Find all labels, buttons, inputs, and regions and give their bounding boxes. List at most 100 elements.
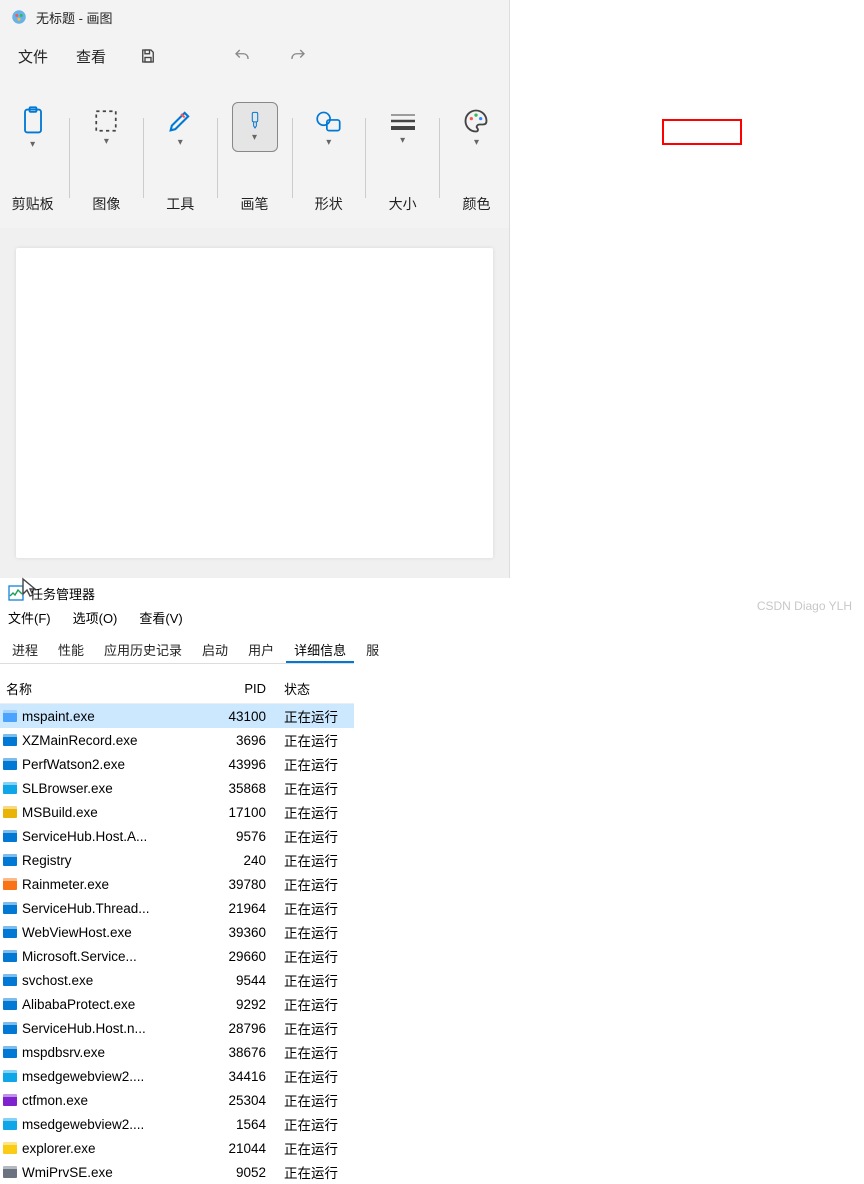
process-pid: 9292	[218, 997, 280, 1012]
chevron-down-icon: ▾	[252, 132, 257, 143]
process-status: 正在运行	[280, 826, 354, 846]
process-name: mspdbsrv.exe	[22, 1045, 105, 1060]
process-icon	[2, 1116, 18, 1132]
process-name: PerfWatson2.exe	[22, 757, 125, 772]
tools-group[interactable]: ▾ 工具	[158, 102, 203, 214]
process-row[interactable]: ctfmon.exe 25304 正在运行	[0, 1088, 354, 1112]
process-row[interactable]: msedgewebview2.... 34416 正在运行	[0, 1064, 354, 1088]
process-pid: 35868	[218, 781, 280, 796]
process-icon	[2, 948, 18, 964]
process-pid: 17100	[218, 805, 280, 820]
process-pid: 1564	[218, 1117, 280, 1132]
chevron-down-icon: ▾	[178, 137, 183, 148]
view-menu[interactable]: 查看	[76, 46, 106, 67]
tab-performance[interactable]: 性能	[50, 634, 92, 663]
watermark: CSDN Diago YLH	[757, 599, 852, 613]
process-row[interactable]: ServiceHub.Host.n... 28796 正在运行	[0, 1016, 354, 1040]
process-status: 正在运行	[280, 754, 354, 774]
process-icon	[2, 804, 18, 820]
cursor-icon	[20, 577, 38, 599]
size-group[interactable]: ▾ 大小	[380, 102, 425, 214]
process-pid: 43100	[218, 709, 280, 724]
select-icon	[93, 108, 119, 134]
tab-services[interactable]: 服	[358, 634, 387, 663]
process-row[interactable]: WmiPrvSE.exe 9052 正在运行	[0, 1160, 354, 1184]
brushes-group[interactable]: ▾ 画笔	[232, 102, 278, 214]
process-status: 正在运行	[280, 1162, 354, 1182]
clipboard-label: 剪贴板	[12, 194, 54, 214]
tools-label: 工具	[166, 194, 194, 214]
process-row[interactable]: PerfWatson2.exe 43996 正在运行	[0, 752, 354, 776]
separator	[217, 118, 218, 198]
process-row[interactable]: WebViewHost.exe 39360 正在运行	[0, 920, 354, 944]
process-row[interactable]: ServiceHub.Thread... 21964 正在运行	[0, 896, 354, 920]
process-row[interactable]: SLBrowser.exe 35868 正在运行	[0, 776, 354, 800]
process-row[interactable]: Registry 240 正在运行	[0, 848, 354, 872]
image-label: 图像	[92, 194, 120, 214]
tab-users[interactable]: 用户	[240, 634, 282, 663]
process-name: Rainmeter.exe	[22, 877, 109, 892]
image-group[interactable]: ▾ 图像	[84, 102, 129, 214]
process-row[interactable]: MSBuild.exe 17100 正在运行	[0, 800, 354, 824]
tab-processes[interactable]: 进程	[4, 634, 46, 663]
separator	[365, 118, 366, 198]
tab-startup[interactable]: 启动	[194, 634, 236, 663]
process-pid: 21044	[218, 1141, 280, 1156]
process-row[interactable]: Microsoft.Service... 29660 正在运行	[0, 944, 354, 968]
tm-file-menu[interactable]: 文件(F)	[8, 608, 51, 627]
process-status: 正在运行	[280, 946, 354, 966]
shapes-group[interactable]: ▾ 形状	[306, 102, 351, 214]
process-row[interactable]: ServiceHub.Host.A... 9576 正在运行	[0, 824, 354, 848]
canvas[interactable]	[16, 248, 493, 558]
size-icon	[389, 109, 417, 133]
file-menu[interactable]: 文件	[18, 46, 48, 67]
header-pid[interactable]: PID	[218, 681, 280, 696]
process-name: ServiceHub.Host.A...	[22, 829, 147, 844]
colors-label: 颜色	[462, 194, 490, 214]
process-row[interactable]: svchost.exe 9544 正在运行	[0, 968, 354, 992]
process-pid: 3696	[218, 733, 280, 748]
process-name: ServiceHub.Host.n...	[22, 1021, 146, 1036]
chevron-down-icon: ▾	[400, 135, 405, 146]
redo-button[interactable]	[284, 42, 312, 70]
paint-app-icon	[10, 8, 28, 26]
paint-window: 无标题 - 画图 文件 查看 ▾ 剪贴板 ▾ 图像	[0, 0, 510, 578]
process-name: WmiPrvSE.exe	[22, 1165, 113, 1180]
process-row[interactable]: msedgewebview2.... 1564 正在运行	[0, 1112, 354, 1136]
process-name: explorer.exe	[22, 1141, 96, 1156]
process-row[interactable]: AlibabaProtect.exe 9292 正在运行	[0, 992, 354, 1016]
save-button[interactable]	[134, 42, 162, 70]
process-name: ctfmon.exe	[22, 1093, 88, 1108]
palette-icon	[461, 107, 491, 135]
process-status: 正在运行	[280, 898, 354, 918]
process-row[interactable]: mspaint.exe 43100 正在运行	[0, 704, 354, 728]
separator	[143, 118, 144, 198]
tm-view-menu[interactable]: 查看(V)	[139, 608, 182, 627]
process-status: 正在运行	[280, 1042, 354, 1062]
colors-group[interactable]: ▾ 颜色	[454, 102, 499, 214]
tm-tabs: 进程 性能 应用历史记录 启动 用户 详细信息 服	[0, 634, 354, 664]
header-status[interactable]: 状态	[280, 679, 354, 698]
tab-app-history[interactable]: 应用历史记录	[96, 634, 190, 663]
shapes-icon	[314, 107, 344, 135]
chevron-down-icon: ▾	[474, 137, 479, 148]
clipboard-group[interactable]: ▾ 剪贴板	[10, 102, 55, 214]
process-icon	[2, 1164, 18, 1180]
tm-options-menu[interactable]: 选项(O)	[73, 608, 118, 627]
process-row[interactable]: explorer.exe 21044 正在运行	[0, 1136, 354, 1160]
process-status: 正在运行	[280, 706, 354, 726]
task-manager-window: 任务管理器 文件(F) 选项(O) 查看(V) 进程 性能 应用历史记录 启动 …	[0, 578, 354, 1184]
separator	[439, 118, 440, 198]
undo-button[interactable]	[228, 42, 256, 70]
process-icon	[2, 732, 18, 748]
process-row[interactable]: mspdbsrv.exe 38676 正在运行	[0, 1040, 354, 1064]
process-row[interactable]: Rainmeter.exe 39780 正在运行	[0, 872, 354, 896]
process-pid: 25304	[218, 1093, 280, 1108]
process-icon	[2, 1020, 18, 1036]
tab-details[interactable]: 详细信息	[286, 634, 354, 663]
process-status: 正在运行	[280, 778, 354, 798]
header-name[interactable]: 名称	[0, 679, 218, 698]
process-pid: 240	[218, 853, 280, 868]
paint-ribbon: ▾ 剪贴板 ▾ 图像 ▾ 工具 ▾ 画笔	[0, 78, 509, 228]
process-row[interactable]: XZMainRecord.exe 3696 正在运行	[0, 728, 354, 752]
